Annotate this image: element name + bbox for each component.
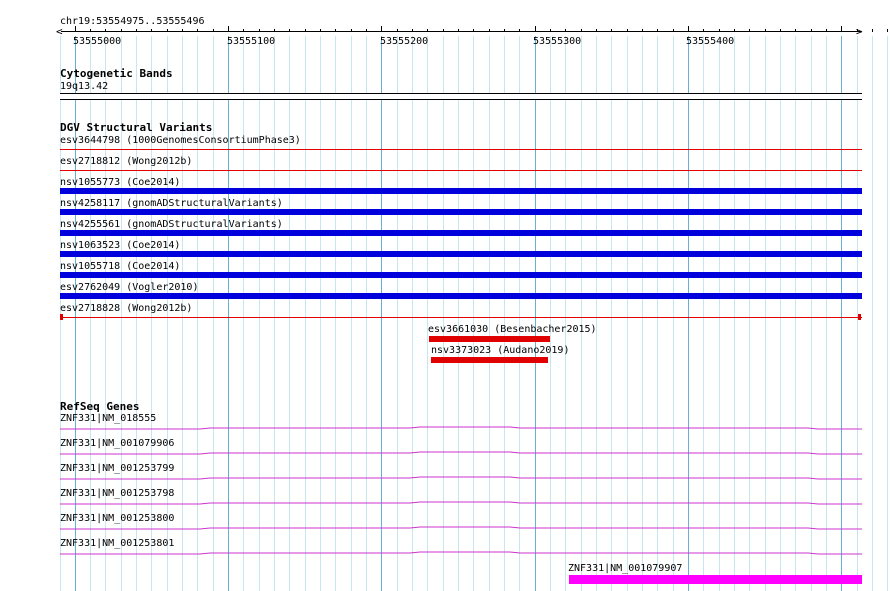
gene-label: ZNF331|NM_001253800: [60, 513, 175, 524]
dgv-feature-label: esv3661030 (Besenbacher2015): [428, 324, 597, 335]
gene-transcripts[interactable]: [0, 0, 890, 591]
gene-transcript-line: [60, 526, 862, 530]
dgv-feature-label: nsv4255561 (gnomADStructuralVariants): [60, 219, 283, 230]
dgv-feature-label: nsv3373023 (Audano2019): [431, 345, 570, 356]
position-label: chr19:53554975..53555496: [60, 16, 205, 27]
ruler-tick-label: 53555400: [686, 36, 735, 47]
gene-transcript-line: [60, 476, 862, 480]
dgv-feature-label: nsv4258117 (gnomADStructuralVariants): [60, 198, 283, 209]
gene-transcript-line: [60, 501, 862, 505]
ruler-left-arrow-icon: <: [56, 25, 63, 38]
ruler-tick-label: 53555000: [73, 36, 122, 47]
gene-exon-block[interactable]: [569, 575, 862, 584]
gene-transcript-line: [60, 551, 862, 555]
ruler-tick-label: 53555300: [533, 36, 582, 47]
gene-transcript-line: [60, 426, 862, 430]
ruler-tick-label: 53555200: [380, 36, 429, 47]
dgv-feature-label: nsv1055773 (Coe2014): [60, 177, 181, 188]
dgv-feature-label: nsv1063523 (Coe2014): [60, 240, 181, 251]
dgv-feature-label: nsv1055718 (Coe2014): [60, 261, 181, 272]
ruler-right-arrow-icon: >: [856, 25, 863, 38]
dgv-feature-label: esv3644798 (1000GenomesConsortiumPhase3): [60, 135, 301, 146]
dgv-feature-label: esv2762049 (Vogler2010): [60, 282, 199, 293]
track-title-refseq[interactable]: RefSeq Genes: [60, 401, 139, 413]
gene-label: ZNF331|NM_001079906: [60, 438, 175, 449]
track-title-cytobands[interactable]: Cytogenetic Bands: [60, 68, 173, 80]
ruler-tick-label: 53555100: [227, 36, 276, 47]
gene-label: ZNF331|NM_018555: [60, 413, 157, 424]
gene-transcript-line: [60, 451, 862, 455]
gene-label: ZNF331|NM_001253798: [60, 488, 175, 499]
dgv-feature-label: esv2718828 (Wong2012b): [60, 303, 193, 314]
track-title-dgv[interactable]: DGV Structural Variants: [60, 122, 212, 134]
gene-label: ZNF331|NM_001253801: [60, 538, 175, 549]
dgv-feature-label: esv2718812 (Wong2012b): [60, 156, 193, 167]
gene-label: ZNF331|NM_001079907: [568, 563, 683, 574]
gene-label: ZNF331|NM_001253799: [60, 463, 175, 474]
cytoband-label: 19q13.42: [60, 81, 109, 92]
